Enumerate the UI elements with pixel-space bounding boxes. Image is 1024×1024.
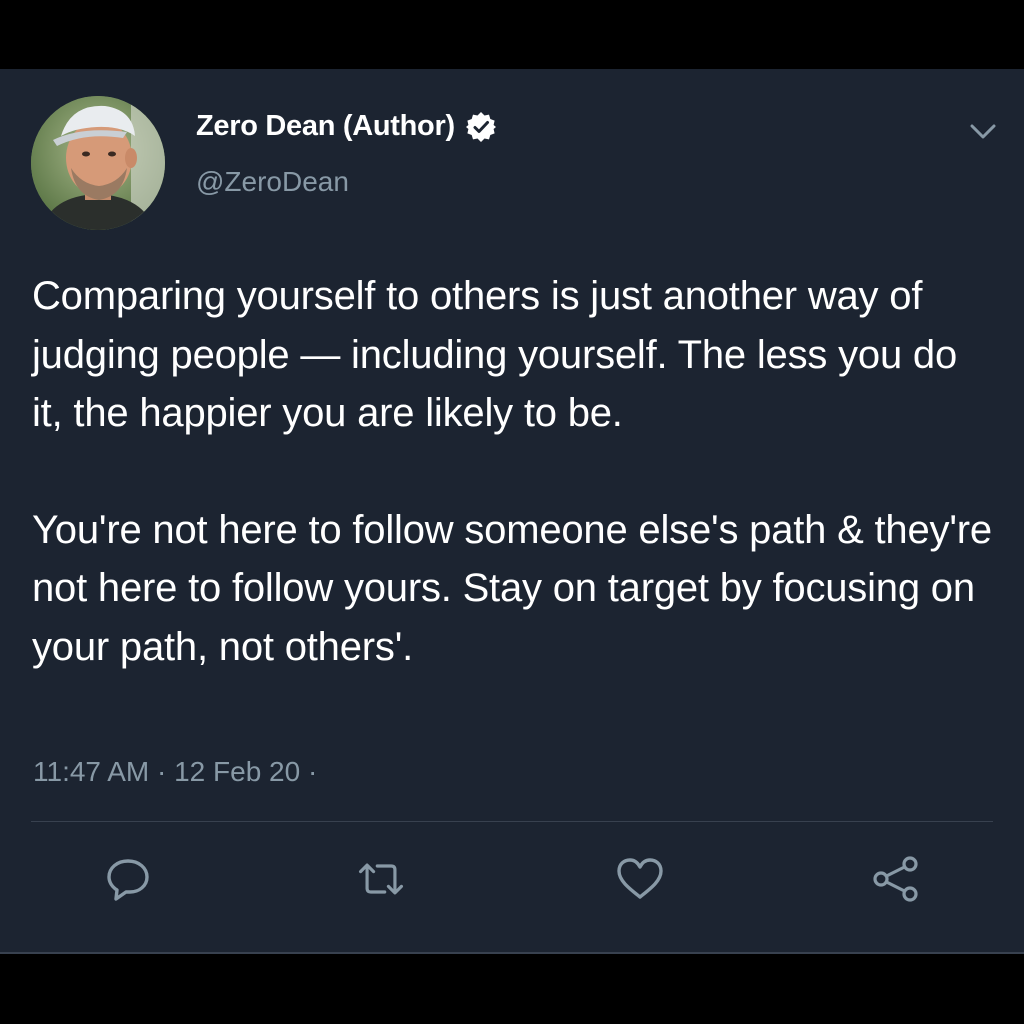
avatar-photo-icon <box>31 96 165 230</box>
tweet-text: Comparing yourself to others is just ano… <box>32 267 992 676</box>
author-avatar[interactable] <box>31 96 165 230</box>
author-name-row[interactable]: Zero Dean (Author) <box>196 110 497 143</box>
chevron-down-icon[interactable] <box>966 119 1000 145</box>
share-icon <box>873 856 918 902</box>
tweet-timestamp[interactable]: 11:47 AM · 12 Feb 20 · <box>33 756 317 788</box>
author-name[interactable]: Zero Dean (Author) <box>196 110 455 143</box>
author-handle[interactable]: @ZeroDean <box>196 166 349 198</box>
screenshot-frame: Zero Dean (Author) @ZeroDean Comparing y… <box>0 0 1024 1024</box>
tweet-paragraph: Comparing yourself to others is just ano… <box>32 274 958 435</box>
share-button[interactable] <box>870 853 922 905</box>
tweet-card: Zero Dean (Author) @ZeroDean Comparing y… <box>0 69 1024 954</box>
divider <box>31 821 993 822</box>
like-button[interactable] <box>614 853 666 905</box>
retweet-icon <box>358 863 404 895</box>
reply-icon <box>107 859 149 901</box>
tweet-paragraph: You're not here to follow someone else's… <box>32 507 992 669</box>
retweet-button[interactable] <box>355 853 407 905</box>
verified-badge-icon <box>465 111 497 143</box>
reply-button[interactable] <box>102 853 154 905</box>
heart-icon <box>617 858 663 899</box>
